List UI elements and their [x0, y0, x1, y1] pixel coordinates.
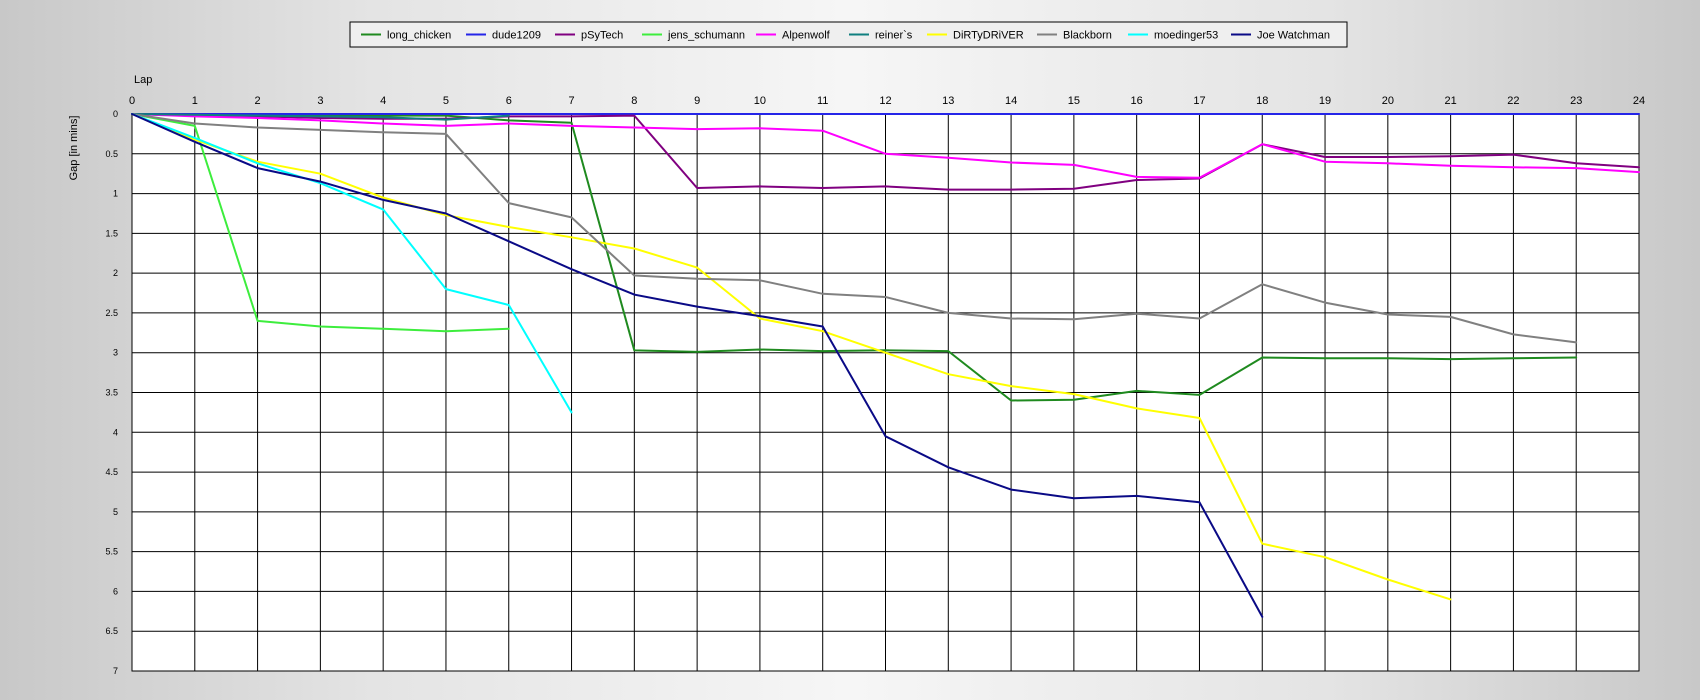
y-axis-title: Gap [in mins]	[68, 116, 80, 181]
x-tick-label: 4	[380, 95, 386, 107]
x-tick-label: 20	[1382, 95, 1394, 107]
x-tick-label: 18	[1256, 95, 1268, 107]
x-tick-label: 13	[942, 95, 954, 107]
legend-label: long_chicken	[387, 30, 451, 42]
legend-label: Joe Watchman	[1257, 30, 1330, 42]
legend-label: pSyTech	[581, 30, 623, 42]
x-tick-label: 21	[1445, 95, 1457, 107]
y-tick-label: 1.5	[105, 228, 118, 238]
y-tick-label: 2	[113, 268, 118, 278]
x-tick-label: 10	[754, 95, 766, 107]
x-tick-label: 3	[317, 95, 323, 107]
x-tick-label: 0	[129, 95, 135, 107]
x-tick-label: 8	[631, 95, 637, 107]
legend-label: moedinger53	[1154, 30, 1218, 42]
x-tick-label: 12	[879, 95, 891, 107]
x-tick-label: 19	[1319, 95, 1331, 107]
legend-label: Blackborn	[1063, 30, 1112, 42]
legend-label: dude1209	[492, 30, 541, 42]
y-tick-label: 4	[113, 427, 118, 437]
y-tick-label: 7	[113, 666, 118, 676]
x-tick-label: 14	[1005, 95, 1017, 107]
legend-label: jens_schumann	[667, 30, 745, 42]
x-tick-label: 7	[568, 95, 574, 107]
y-tick-label: 3	[113, 348, 118, 358]
y-axis-ticks: 0 0.5 1 1.5 2 2.5 3 3.5 4 4.5 5 5.5 6 6.5 7	[105, 109, 118, 676]
x-tick-label: 15	[1068, 95, 1080, 107]
x-tick-label: 9	[694, 95, 700, 107]
x-tick-label: 11	[817, 95, 828, 107]
y-tick-label: 4.5	[105, 467, 118, 477]
x-axis-ticks: 0 1 2 3 4 5 6 7 8 9 10 11 12 13 14 15 16 17 18 19 20 21 22 23 24	[129, 95, 1645, 107]
x-tick-label: 23	[1570, 95, 1582, 107]
x-tick-label: 24	[1633, 95, 1645, 107]
y-tick-label: 0	[113, 109, 118, 119]
lap-gap-line-chart: long_chicken dude1209 pSyTech jens_schumann…	[68, 21, 1645, 676]
y-tick-label: 1	[113, 189, 118, 199]
x-axis-title: Lap	[134, 74, 152, 86]
x-tick-label: 16	[1131, 95, 1143, 107]
legend-label: reiner`s	[875, 30, 913, 42]
y-tick-label: 5	[113, 507, 118, 517]
x-tick-label: 6	[506, 95, 512, 107]
y-tick-label: 2.5	[105, 308, 118, 318]
y-tick-label: 0.5	[105, 149, 118, 159]
legend: long_chicken dude1209 pSyTech jens_schumann…	[349, 21, 1348, 48]
y-tick-label: 3.5	[105, 388, 118, 398]
chart-window: long_chicken dude1209 pSyTech jens_schumann…	[0, 0, 1700, 700]
x-tick-label: 1	[192, 95, 198, 107]
y-tick-label: 6	[113, 586, 118, 596]
x-tick-label: 2	[255, 95, 261, 107]
y-tick-label: 6.5	[105, 626, 118, 636]
y-tick-label: 5.5	[105, 547, 118, 557]
x-tick-label: 22	[1507, 95, 1519, 107]
x-tick-label: 5	[443, 95, 449, 107]
legend-label: DiRTyDRiVER	[953, 30, 1024, 42]
x-tick-label: 17	[1193, 95, 1205, 107]
legend-label: Alpenwolf	[782, 30, 831, 42]
